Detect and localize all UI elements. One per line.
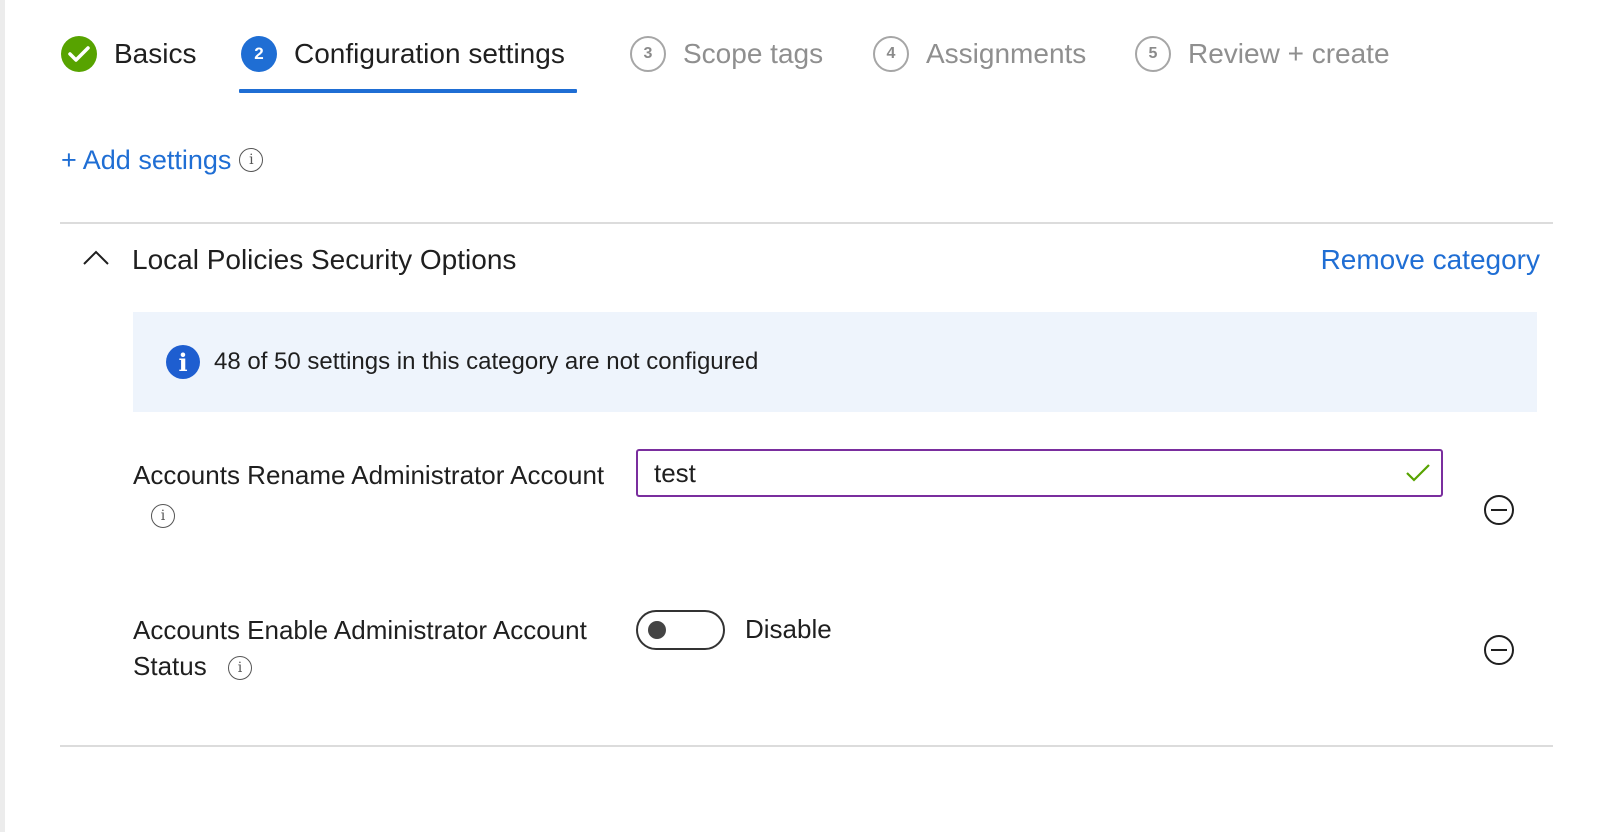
page-left-edge bbox=[0, 0, 5, 832]
chevron-up-icon[interactable] bbox=[80, 242, 112, 274]
banner-message: 48 of 50 settings in this category are n… bbox=[214, 348, 759, 375]
rename-admin-account-input[interactable] bbox=[636, 449, 1443, 497]
info-icon[interactable]: i bbox=[239, 148, 264, 172]
wizard-step-label: Review + create bbox=[1188, 38, 1390, 69]
wizard-step-label: Configuration settings bbox=[294, 38, 565, 69]
info-icon[interactable]: i bbox=[151, 504, 175, 528]
step-number-badge: 3 bbox=[630, 36, 666, 72]
wizard-step-assignments[interactable]: 4 Assignments bbox=[873, 36, 1086, 96]
wizard-step-label: Basics bbox=[114, 38, 197, 69]
info-filled-icon: i bbox=[166, 345, 200, 379]
setting-label-enable-admin-status: Accounts Enable Administrator Account St… bbox=[133, 612, 623, 684]
active-step-underline bbox=[239, 89, 577, 93]
rename-admin-account-field[interactable] bbox=[638, 451, 1378, 495]
section-divider-top bbox=[60, 222, 1553, 224]
add-settings-label: + Add settings bbox=[61, 144, 232, 175]
wizard-step-configuration-settings[interactable]: 2 Configuration settings bbox=[241, 36, 565, 96]
wizard-step-scope-tags[interactable]: 3 Scope tags bbox=[630, 36, 823, 96]
section-divider-bottom bbox=[60, 745, 1553, 747]
setting-label-text: Accounts Enable Administrator Account bbox=[133, 615, 587, 645]
step-number-badge: 5 bbox=[1135, 36, 1171, 72]
setting-label-text: Accounts Rename Administrator Account bbox=[133, 460, 605, 490]
enable-admin-status-toggle[interactable] bbox=[636, 610, 725, 650]
checkmark-icon bbox=[61, 36, 97, 72]
toggle-state-label: Disable bbox=[745, 614, 832, 644]
remove-category-link[interactable]: Remove category bbox=[1321, 238, 1540, 282]
step-number-badge: 2 bbox=[241, 36, 277, 72]
add-settings-link[interactable]: + Add settings i bbox=[61, 140, 264, 180]
wizard-step-basics[interactable]: Basics bbox=[61, 36, 196, 96]
setting-label-rename-admin: Accounts Rename Administrator Account i bbox=[133, 457, 623, 529]
wizard-step-label: Assignments bbox=[926, 38, 1087, 69]
category-header: Local Policies Security Options Remove c… bbox=[80, 238, 1540, 282]
toggle-knob bbox=[648, 621, 666, 639]
wizard-step-label: Scope tags bbox=[683, 38, 824, 69]
category-title: Local Policies Security Options bbox=[132, 244, 517, 275]
remove-setting-icon[interactable] bbox=[1483, 494, 1515, 526]
wizard-step-review-create[interactable]: 5 Review + create bbox=[1135, 36, 1390, 96]
remove-setting-icon[interactable] bbox=[1483, 634, 1515, 666]
valid-check-icon bbox=[1405, 462, 1431, 484]
info-banner: i 48 of 50 settings in this category are… bbox=[133, 312, 1537, 412]
step-number-badge: 4 bbox=[873, 36, 909, 72]
info-icon[interactable]: i bbox=[227, 656, 252, 681]
setting-label-text-line2: Status bbox=[133, 651, 207, 681]
